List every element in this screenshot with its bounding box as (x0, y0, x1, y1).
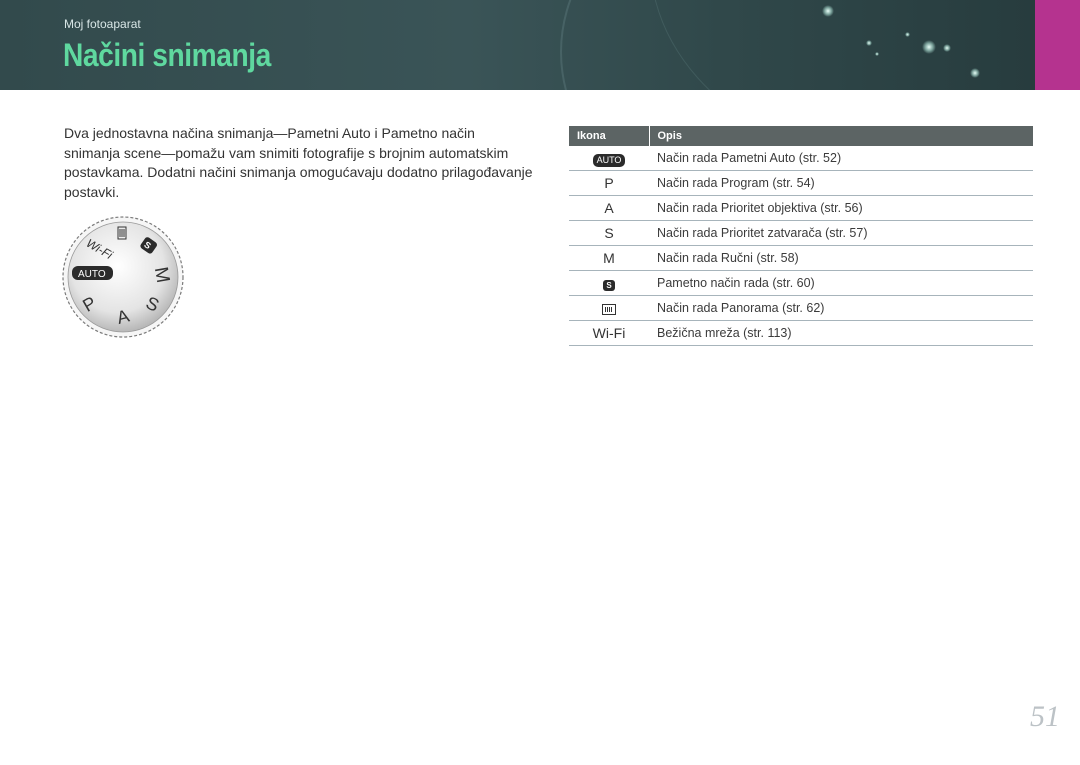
table-header-icon: Ikona (569, 126, 649, 146)
table-cell-description: Način rada Pametni Auto (str. 52) (649, 146, 1033, 171)
table-row: P Način rada Program (str. 54) (569, 170, 1033, 196)
table-row: A Način rada Prioritet objektiva (str. 5… (569, 195, 1033, 221)
table-cell-description: Način rada Panorama (str. 62) (649, 295, 1033, 321)
intro-paragraph: Dva jednostavna načina snimanja—Pametni … (64, 125, 533, 200)
breadcrumb[interactable]: Moj fotoaparat (64, 17, 141, 31)
table-row: AUTO Način rada Pametni Auto (str. 52) (569, 146, 1033, 171)
table-row: Način rada Panorama (str. 62) (569, 295, 1033, 321)
sparkle-icon (866, 40, 872, 46)
auto-mode-icon: AUTO (569, 146, 649, 171)
aperture-priority-icon: A (569, 195, 649, 221)
table-row: S Pametno način rada (str. 60) (569, 270, 1033, 296)
table-cell-description: Bežična mreža (str. 113) (649, 320, 1033, 346)
page-number: 51 (1030, 700, 1060, 733)
page-header-banner: Moj fotoaparat Načini snimanja (0, 0, 1035, 90)
table-row: Wi-Fi Bežična mreža (str. 113) (569, 320, 1033, 346)
table-cell-description: Način rada Prioritet objektiva (str. 56) (649, 195, 1033, 221)
shutter-priority-icon: S (569, 220, 649, 246)
sparkle-icon (943, 44, 951, 52)
table-cell-description: Način rada Program (str. 54) (649, 170, 1033, 196)
sparkle-icon (875, 52, 879, 56)
sparkle-icon (822, 5, 834, 17)
table-cell-description: Način rada Ručni (str. 58) (649, 245, 1033, 271)
table-header-description: Opis (648, 126, 1033, 146)
manual-mode-icon: M (569, 245, 649, 271)
program-mode-icon: P (569, 170, 649, 196)
chapter-tab (1035, 0, 1080, 90)
sparkle-icon (905, 32, 910, 37)
sparkle-icon (970, 68, 980, 78)
sparkle-icon (922, 40, 936, 54)
mode-dial-illustration: Wi-Fi AUTO P A S M S (62, 216, 184, 338)
table-row: M Način rada Ručni (str. 58) (569, 245, 1033, 271)
table-row: S Način rada Prioritet zatvarača (str. 5… (569, 220, 1033, 246)
page-title: Načini snimanja (63, 37, 271, 73)
table-header-row: Ikona Opis (569, 126, 1033, 146)
table-cell-description: Način rada Prioritet zatvarača (str. 57) (649, 220, 1033, 246)
mode-table: Ikona Opis AUTO Način rada Pametni Auto … (569, 126, 1033, 346)
dial-label-auto: AUTO (78, 269, 106, 280)
panorama-icon (569, 295, 649, 321)
smart-mode-icon: S (569, 270, 649, 296)
wifi-mode-icon: Wi-Fi (569, 320, 649, 346)
table-cell-description: Pametno način rada (str. 60) (649, 270, 1033, 296)
